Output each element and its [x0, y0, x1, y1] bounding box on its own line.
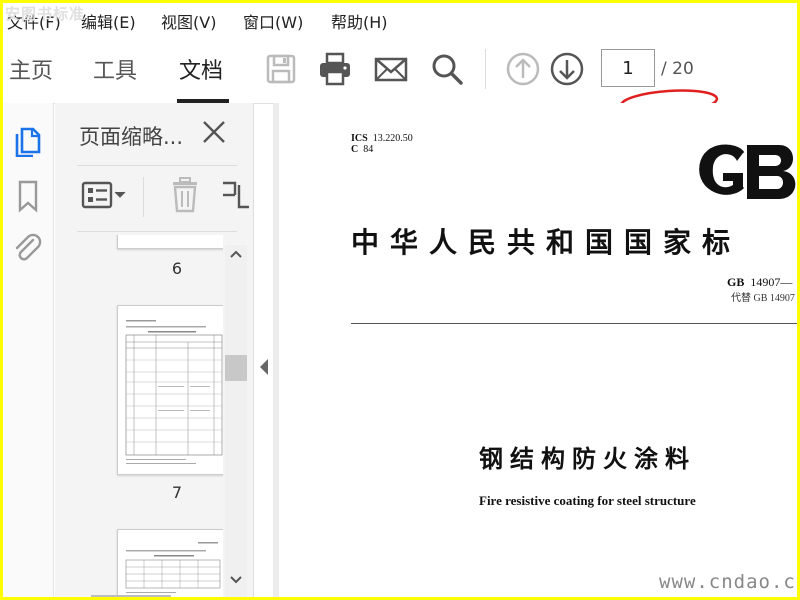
document-title-zh: 钢结构防火涂料	[479, 444, 696, 473]
tab-home[interactable]: 主页	[9, 53, 53, 85]
scrollbar-thumb[interactable]	[225, 355, 247, 381]
gb-number: 14907—	[750, 275, 793, 289]
print-icon[interactable]	[317, 51, 353, 87]
page-number-input[interactable]: 1	[601, 49, 655, 87]
scroll-down-icon[interactable]	[229, 575, 243, 585]
gb-logo	[699, 144, 796, 199]
email-icon[interactable]	[373, 51, 409, 87]
document-page: ICS 13.220.50 C 84 中华人民共和国国家标 GB 14907—	[279, 103, 797, 597]
scroll-up-icon[interactable]	[229, 249, 243, 259]
document-title-en: Fire resistive coating for steel structu…	[479, 493, 696, 508]
ccs-label: C	[351, 144, 359, 155]
ics-value: 13.220.50	[372, 133, 413, 144]
replaces-note: 代替 GB 14907	[731, 293, 795, 304]
next-page-icon[interactable]	[549, 51, 585, 87]
navigation-rail	[3, 103, 54, 597]
header-rule	[351, 323, 797, 324]
watermark-top-left: 安图书标准	[5, 5, 86, 23]
collapse-panel-icon[interactable]	[257, 353, 271, 381]
panel-divider	[77, 165, 237, 166]
menu-help[interactable]: 帮助(H)	[331, 9, 388, 33]
page-number-label: 6	[171, 259, 183, 278]
rotate-page-icon[interactable]	[221, 175, 249, 215]
toolbar: 主页 工具 文档 1 / 20	[3, 35, 797, 115]
menu-view[interactable]: 视图(V)	[161, 9, 216, 33]
ics-label: ICS	[351, 133, 368, 144]
page-7-preview	[125, 320, 223, 464]
save-icon[interactable]	[263, 51, 299, 87]
delete-icon[interactable]	[167, 175, 203, 215]
close-icon[interactable]	[199, 117, 229, 147]
watermark-bottom-right: www.cndao.com	[659, 571, 797, 593]
panel-divider-2	[77, 231, 237, 232]
page-total: / 20	[661, 59, 694, 79]
standard-title: 中华人民共和国国家标	[351, 226, 742, 259]
app-window: 文件(F) 编辑(E) 视图(V) 窗口(W) 帮助(H) 安图书标准 主页 工…	[0, 0, 800, 600]
document-view[interactable]: ICS 13.220.50 C 84 中华人民共和国国家标 GB 14907—	[273, 103, 797, 597]
gb-label: GB	[727, 275, 745, 289]
ccs-value: 84	[363, 144, 374, 155]
search-icon[interactable]	[429, 51, 465, 87]
menu-window[interactable]: 窗口(W)	[243, 9, 303, 33]
page-number-label: 7	[171, 483, 183, 502]
tab-document[interactable]: 文档	[179, 53, 223, 85]
prev-page-icon[interactable]	[505, 51, 541, 87]
page-thumbnail-8[interactable]	[117, 529, 223, 597]
thumbnail-options-icon[interactable]	[81, 175, 129, 215]
page-thumbnail-6[interactable]	[117, 235, 223, 249]
standard-number: GB 14907—	[727, 275, 792, 290]
thumbnails-panel: 页面缩略... 6 7	[55, 103, 254, 597]
horizontal-scrollbar[interactable]	[91, 595, 171, 597]
bookmark-icon[interactable]	[11, 179, 45, 213]
classification-codes: ICS 13.220.50 C 84	[351, 133, 413, 155]
tab-tools[interactable]: 工具	[93, 53, 137, 85]
panel-tool-separator	[143, 177, 144, 217]
thumbnail-list: 6 7	[55, 235, 223, 597]
menu-bar: 文件(F) 编辑(E) 视图(V) 窗口(W) 帮助(H) 安图书标准	[3, 3, 797, 35]
menu-edit[interactable]: 编辑(E)	[81, 9, 136, 33]
attachment-icon[interactable]	[11, 231, 45, 265]
panel-title: 页面缩略...	[79, 125, 184, 149]
page-8-preview	[125, 542, 221, 593]
page-thumbnail-7[interactable]	[117, 305, 223, 475]
thumbnail-scrollbar[interactable]	[225, 245, 247, 597]
toolbar-separator	[485, 49, 486, 89]
page-thumbnails-icon[interactable]	[11, 123, 45, 157]
